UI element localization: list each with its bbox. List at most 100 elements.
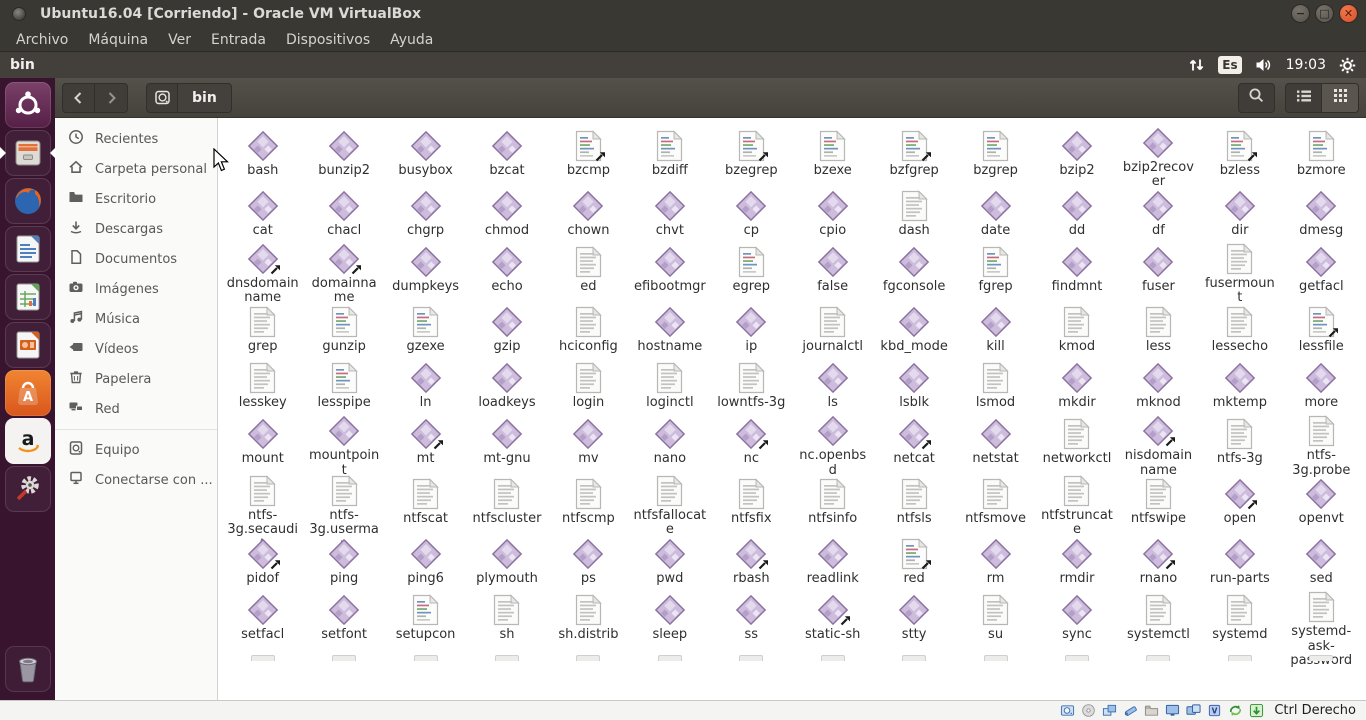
file-item[interactable]: red — [873, 532, 954, 586]
file-item[interactable]: bzexe — [792, 124, 873, 182]
file-item[interactable]: lowntfs-3g — [711, 356, 792, 410]
file-item[interactable]: cpio — [792, 184, 873, 238]
file-item[interactable]: lesskey — [222, 356, 303, 410]
maximize-button[interactable]: □ — [1315, 4, 1334, 23]
launcher-item-ubuntu[interactable] — [4, 82, 51, 128]
file-item[interactable]: ntfsls — [873, 472, 954, 530]
file-item[interactable]: sync — [1036, 588, 1117, 646]
file-item[interactable]: busybox — [385, 124, 466, 182]
file-item[interactable]: rmdir — [1036, 532, 1117, 586]
file-item-partial[interactable] — [873, 648, 954, 700]
launcher-item-calc[interactable] — [4, 274, 51, 320]
file-item[interactable]: rnano — [1118, 532, 1199, 586]
file-item[interactable]: chacl — [303, 184, 384, 238]
sidebar-item-download[interactable]: Descargas — [55, 214, 217, 244]
file-item[interactable]: ps — [548, 532, 629, 586]
file-item-partial[interactable] — [711, 648, 792, 700]
file-item[interactable]: ntfs-3g.secaudit — [222, 472, 303, 551]
file-item[interactable]: mt-gnu — [466, 412, 547, 470]
file-item[interactable]: rm — [955, 532, 1036, 586]
file-item[interactable]: ntfsinfo — [792, 472, 873, 530]
breadcrumb-location[interactable]: bin — [178, 82, 232, 113]
menu-item-ver[interactable]: Ver — [158, 30, 201, 50]
file-item[interactable]: plymouth — [466, 532, 547, 586]
drive-icon[interactable] — [146, 82, 178, 113]
list-view-button[interactable] — [1285, 82, 1322, 113]
keyboard-layout-badge[interactable]: Es — [1218, 56, 1242, 74]
file-item[interactable]: ntfsfix — [711, 472, 792, 530]
file-item[interactable]: nisdomainname — [1118, 412, 1199, 477]
file-item[interactable]: readlink — [792, 532, 873, 586]
file-item[interactable]: mktemp — [1199, 356, 1280, 410]
file-item[interactable]: pidof — [222, 532, 303, 586]
file-item[interactable]: cat — [222, 184, 303, 238]
file-item[interactable]: ln — [385, 356, 466, 410]
usb-status-icon[interactable] — [1123, 703, 1138, 718]
file-item[interactable]: chmod — [466, 184, 547, 238]
file-item[interactable]: ls — [792, 356, 873, 410]
file-item[interactable]: chvt — [629, 184, 710, 238]
file-item[interactable]: ss — [711, 588, 792, 646]
file-item[interactable]: mv — [548, 412, 629, 470]
file-item[interactable]: bzdiff — [629, 124, 710, 182]
file-item[interactable]: run-parts — [1199, 532, 1280, 586]
forward-button[interactable] — [95, 82, 128, 113]
file-item[interactable]: sed — [1281, 532, 1362, 586]
file-item[interactable]: ntfscmp — [548, 472, 629, 530]
file-item[interactable]: hciconfig — [548, 300, 629, 354]
file-item[interactable]: kmod — [1036, 300, 1117, 354]
file-item[interactable]: bzegrep — [711, 124, 792, 182]
file-item[interactable]: gzip — [466, 300, 547, 354]
grid-view-button[interactable] — [1322, 82, 1359, 113]
network-arrows-icon[interactable] — [1188, 57, 1205, 73]
file-item[interactable]: chgrp — [385, 184, 466, 238]
file-item[interactable]: hostname — [629, 300, 710, 354]
file-item[interactable]: bash — [222, 124, 303, 182]
file-item[interactable]: ntfswipe — [1118, 472, 1199, 530]
file-item[interactable]: gunzip — [303, 300, 384, 354]
file-item[interactable]: lsblk — [873, 356, 954, 410]
file-item[interactable]: fgrep — [955, 240, 1036, 298]
video-capture-status-icon[interactable] — [1186, 703, 1201, 718]
file-item[interactable]: dir — [1199, 184, 1280, 238]
file-item[interactable]: date — [955, 184, 1036, 238]
sidebar-item-clock[interactable]: Recientes — [55, 124, 217, 154]
file-item[interactable]: setupcon — [385, 588, 466, 646]
file-item-partial[interactable] — [303, 648, 384, 700]
file-item[interactable]: bzgrep — [955, 124, 1036, 182]
file-item-partial[interactable] — [792, 648, 873, 700]
file-item[interactable]: mknod — [1118, 356, 1199, 410]
file-item[interactable]: setfont — [303, 588, 384, 646]
file-item[interactable]: fuser — [1118, 240, 1199, 298]
file-item[interactable]: bzfgrep — [873, 124, 954, 182]
file-item[interactable]: domainname — [303, 240, 384, 305]
optical-disk-status-icon[interactable] — [1081, 703, 1096, 718]
file-item[interactable]: systemd-ask-password — [1281, 588, 1362, 667]
file-item[interactable]: login — [548, 356, 629, 410]
file-item[interactable]: chown — [548, 184, 629, 238]
file-item[interactable]: egrep — [711, 240, 792, 298]
close-button[interactable]: ✕ — [1339, 4, 1358, 23]
file-item[interactable]: lsmod — [955, 356, 1036, 410]
file-item-partial[interactable] — [629, 648, 710, 700]
file-item[interactable]: ntfstruncate — [1036, 472, 1117, 537]
file-item[interactable]: netstat — [955, 412, 1036, 470]
file-item-partial[interactable] — [222, 648, 303, 700]
sidebar-item-computer[interactable]: Equipo — [55, 435, 217, 465]
file-item[interactable]: systemctl — [1118, 588, 1199, 646]
launcher-item-firefox[interactable] — [4, 178, 51, 224]
sidebar-item-trash[interactable]: Papelera — [55, 364, 217, 394]
file-item[interactable]: rbash — [711, 532, 792, 586]
file-item[interactable]: efibootmgr — [629, 240, 710, 298]
file-item[interactable]: nc — [711, 412, 792, 470]
file-item[interactable]: bzip2 — [1036, 124, 1117, 182]
file-item[interactable]: ed — [548, 240, 629, 298]
file-item[interactable]: mount — [222, 412, 303, 470]
file-item-partial[interactable] — [955, 648, 1036, 700]
file-item[interactable]: grep — [222, 300, 303, 354]
sidebar-item-network[interactable]: Red — [55, 394, 217, 424]
clock-text[interactable]: 19:03 — [1286, 57, 1326, 73]
volume-icon[interactable] — [1255, 57, 1273, 73]
file-item[interactable]: bzmore — [1281, 124, 1362, 182]
launcher-item-software[interactable]: A — [4, 370, 51, 416]
